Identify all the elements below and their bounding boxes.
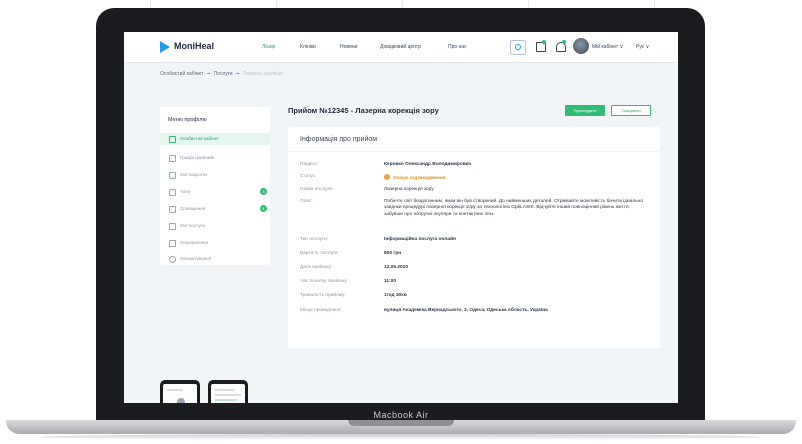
placeholder-line — [167, 389, 183, 391]
field-value: 800 грн — [384, 251, 402, 256]
top-header: MoniHeal Лікарі Клініки Новини Довідкови… — [124, 32, 678, 63]
breadcrumb: Особистий кабінет ➞ Послуги ➞ Лазерна корекц… — [160, 71, 283, 77]
field-label: Тривалість прийому: — [300, 293, 346, 298]
avatar[interactable] — [573, 38, 589, 54]
field-label: Час початку прийому: — [300, 279, 349, 284]
nav-doctors[interactable]: Лікарі — [262, 44, 275, 50]
confirm-button[interactable]: Підтвердити — [565, 105, 605, 116]
arrow-right-icon: ➞ — [235, 71, 240, 77]
nav-news[interactable]: Новини — [340, 44, 357, 50]
profile-menu: Меню профілю Особистий кабінет Графік пр… — [160, 107, 270, 265]
mobile-screen — [163, 384, 197, 403]
field-label: Назва послуги: — [300, 187, 334, 192]
notification-dot — [562, 40, 566, 44]
unread-badge: 1 — [260, 205, 267, 212]
arrow-right-icon: ➞ — [206, 71, 211, 77]
sidebar-item-label: Сповіщення — [180, 206, 206, 211]
sidebar-item-chats[interactable]: Чати 3 — [160, 186, 270, 198]
sidebar-item-cabinet[interactable]: Особистий кабінет — [160, 133, 270, 145]
field-label: Тип послуги: — [300, 237, 328, 242]
sidebar-item-label: Направлення — [180, 240, 209, 245]
gear-icon — [169, 256, 176, 263]
sidebar-item-patients[interactable]: Мої пацієнти — [160, 169, 270, 181]
logo-icon[interactable] — [160, 41, 170, 53]
field-value: Інформаційна послуга онлайн — [384, 237, 456, 242]
search-button[interactable] — [510, 40, 526, 55]
status-badge: Очікує підтвердження — [384, 174, 446, 181]
sidebar-item-label: Мої послуги — [180, 223, 206, 228]
field-label: Статус: — [300, 174, 317, 179]
chat-icon — [169, 189, 176, 196]
breadcrumb-current: Лазерна корекція — [242, 71, 283, 77]
nav-clinics[interactable]: Клініки — [300, 44, 316, 50]
logo-text[interactable]: MoniHeal — [174, 41, 214, 51]
search-icon — [515, 44, 521, 50]
mobile-preview — [160, 380, 200, 403]
mobile-screen — [211, 384, 245, 403]
sidebar-item-label: Графік прийомів — [180, 155, 215, 160]
laptop-notch — [348, 420, 454, 426]
field-value: Побачте світ бездоганним, яким він був с… — [384, 199, 644, 217]
status-dot-icon — [384, 174, 390, 180]
profile-menu-title: Меню профілю — [168, 117, 207, 123]
home-icon — [169, 136, 176, 143]
cancel-button[interactable]: Скасувати — [611, 105, 651, 116]
field-value: вулиця Академіка Вернадського, 3, Одеса,… — [384, 308, 548, 313]
device-label: Macbook Air — [373, 410, 429, 420]
field-label: Дата прийому: — [300, 265, 333, 270]
user-menu[interactable]: Мій кабінет ∨ — [592, 44, 623, 50]
divider — [288, 151, 660, 152]
sidebar-item-schedule[interactable]: Графік прийомів — [160, 152, 270, 164]
bell-icon — [169, 206, 176, 213]
sidebar-item-services[interactable]: Мої послуги — [160, 220, 270, 232]
nav-help-center[interactable]: Довідковий центр — [380, 44, 421, 50]
mobile-preview — [208, 380, 248, 403]
field-label: Вартість послуги: — [300, 251, 339, 256]
laptop-screen: MoniHeal Лікарі Клініки Новини Довідкови… — [124, 32, 678, 403]
field-label: Опис: — [300, 199, 313, 204]
appointment-info-card: Інформація про прийом Пацієнт: Керовко Ол… — [288, 127, 660, 348]
card-title: Інформація про прийом — [300, 136, 378, 143]
document-icon — [169, 240, 176, 247]
sidebar-item-label: Особистий кабінет — [180, 136, 220, 141]
field-label: Місце проведення: — [300, 308, 342, 313]
sidebar-item-settings[interactable]: Налаштування — [160, 253, 270, 265]
sidebar-item-label: Мої пацієнти — [180, 172, 207, 177]
field-label: Пацієнт: — [300, 162, 319, 167]
users-icon — [169, 172, 176, 179]
sidebar-item-label: Чати — [180, 189, 190, 194]
field-value: Лазерна корекція зору — [384, 187, 434, 192]
sidebar-item-notifications[interactable]: Сповіщення 1 — [160, 203, 270, 215]
field-value: Керовко Олександр Володимирович — [384, 162, 472, 167]
breadcrumb-item[interactable]: Послуги — [214, 71, 233, 77]
field-value: 11:00 — [384, 279, 397, 284]
placeholder-line — [215, 394, 241, 396]
avatar — [177, 398, 185, 403]
status-text: Очікує підтвердження — [393, 176, 446, 181]
field-value: 12.05.2020 — [384, 265, 409, 270]
laptop-shadow — [40, 434, 762, 440]
unread-badge: 3 — [260, 188, 267, 195]
field-value: 1год 30хв — [384, 293, 407, 298]
page-title: Прийом №12345 - Лазерна корекція зору — [288, 106, 439, 115]
language-select[interactable]: Рус ∨ — [636, 44, 649, 50]
sidebar-item-label: Налаштування — [180, 256, 212, 261]
services-icon — [169, 223, 176, 230]
placeholder-line — [215, 389, 235, 391]
sidebar-item-referrals[interactable]: Направлення — [160, 237, 270, 249]
nav-about[interactable]: Про нас — [448, 44, 467, 50]
breadcrumb-item[interactable]: Особистий кабінет — [160, 71, 203, 77]
notification-dot — [542, 40, 546, 44]
placeholder-line — [215, 399, 237, 401]
calendar-icon — [169, 155, 176, 162]
